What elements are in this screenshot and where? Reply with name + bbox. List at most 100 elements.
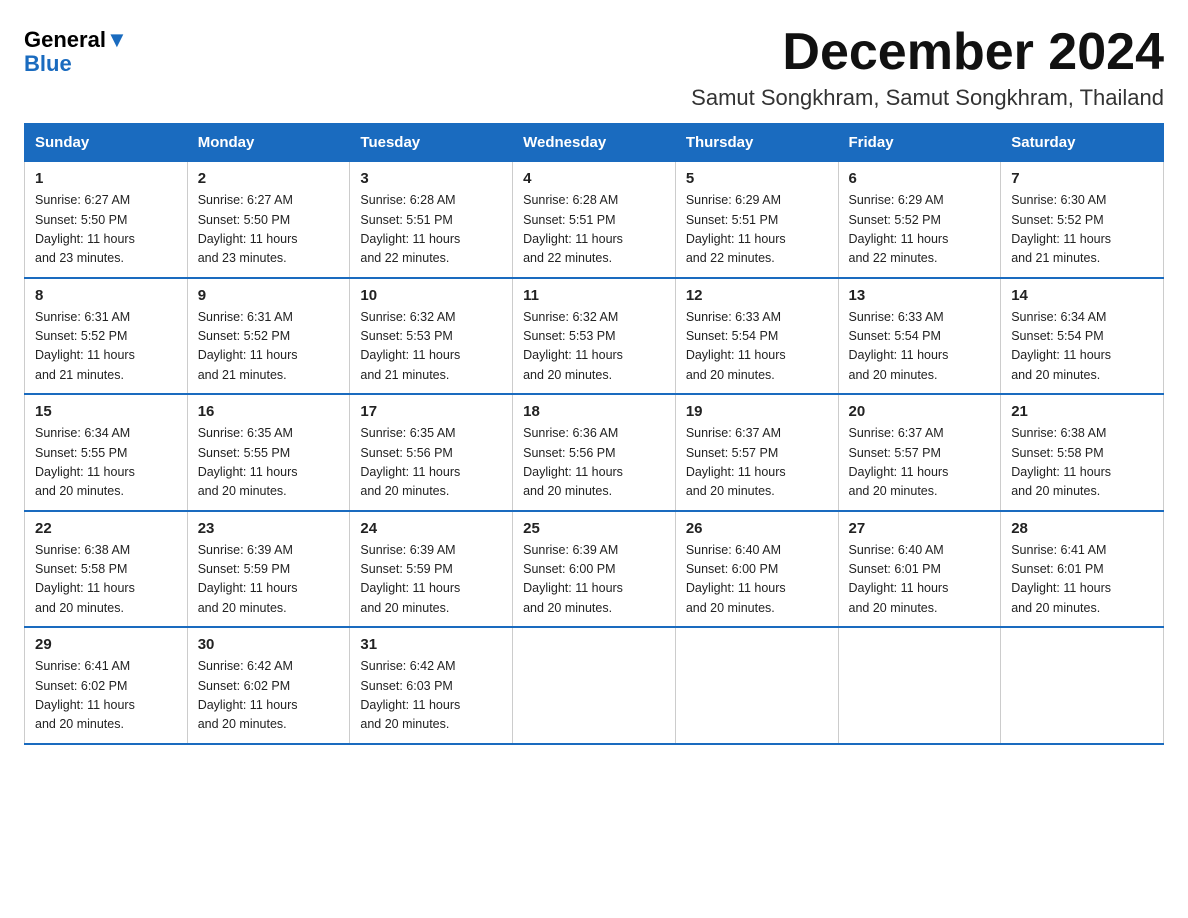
calendar-week-4: 22Sunrise: 6:38 AM Sunset: 5:58 PM Dayli… [25, 511, 1164, 628]
calendar-header-monday: Monday [187, 124, 350, 162]
calendar-cell: 3 Sunrise: 6:28 AM Sunset: 5:51 PM Daylig… [350, 162, 513, 278]
calendar-cell [838, 627, 1001, 744]
day-info: Sunrise: 6:39 AM Sunset: 5:59 PM Dayligh… [360, 541, 502, 619]
day-info: Sunrise: 6:34 AM Sunset: 5:54 PM Dayligh… [1011, 308, 1153, 386]
day-info: Sunrise: 6:39 AM Sunset: 6:00 PM Dayligh… [523, 541, 665, 619]
day-number: 7 [1011, 170, 1153, 187]
calendar-cell: 24 Sunrise: 6:39 AM Sunset: 5:59 PM Dayli… [350, 511, 513, 628]
calendar-cell: 28 Sunrise: 6:41 AM Sunset: 6:01 PM Dayli… [1001, 511, 1164, 628]
day-info: Sunrise: 6:41 AM Sunset: 6:02 PM Dayligh… [35, 657, 177, 735]
calendar-cell: 19Sunrise: 6:37 AM Sunset: 5:57 PM Dayli… [675, 394, 838, 511]
location-title: Samut Songkhram, Samut Songkhram, Thaila… [691, 85, 1164, 111]
day-info: Sunrise: 6:27 AM Sunset: 5:50 PM Dayligh… [35, 191, 177, 269]
calendar-cell: 31 Sunrise: 6:42 AM Sunset: 6:03 PM Dayli… [350, 627, 513, 744]
calendar-table: SundayMondayTuesdayWednesdayThursdayFrid… [24, 123, 1164, 745]
day-number: 20 [849, 403, 991, 420]
calendar-cell: 12 Sunrise: 6:33 AM Sunset: 5:54 PM Dayli… [675, 278, 838, 395]
day-number: 21 [1011, 403, 1153, 420]
calendar-cell: 13Sunrise: 6:33 AM Sunset: 5:54 PM Dayli… [838, 278, 1001, 395]
day-info: Sunrise: 6:40 AM Sunset: 6:00 PM Dayligh… [686, 541, 828, 619]
day-info: Sunrise: 6:29 AM Sunset: 5:52 PM Dayligh… [849, 191, 991, 269]
day-number: 16 [198, 403, 340, 420]
title-block: December 2024 Samut Songkhram, Samut Son… [691, 24, 1164, 111]
calendar-cell: 29 Sunrise: 6:41 AM Sunset: 6:02 PM Dayli… [25, 627, 188, 744]
day-number: 24 [360, 520, 502, 537]
day-info: Sunrise: 6:35 AM Sunset: 5:55 PM Dayligh… [198, 424, 340, 502]
day-number: 31 [360, 636, 502, 653]
day-number: 23 [198, 520, 340, 537]
calendar-week-2: 8 Sunrise: 6:31 AM Sunset: 5:52 PM Daylig… [25, 278, 1164, 395]
day-number: 8 [35, 287, 177, 304]
day-number: 2 [198, 170, 340, 187]
calendar-cell: 11Sunrise: 6:32 AM Sunset: 5:53 PM Dayli… [513, 278, 676, 395]
day-info: Sunrise: 6:34 AM Sunset: 5:55 PM Dayligh… [35, 424, 177, 502]
logo-line1: General▼ [24, 28, 128, 52]
day-number: 29 [35, 636, 177, 653]
day-info: Sunrise: 6:40 AM Sunset: 6:01 PM Dayligh… [849, 541, 991, 619]
calendar-cell: 2 Sunrise: 6:27 AM Sunset: 5:50 PM Daylig… [187, 162, 350, 278]
calendar-cell: 5Sunrise: 6:29 AM Sunset: 5:51 PM Daylig… [675, 162, 838, 278]
calendar-header-row: SundayMondayTuesdayWednesdayThursdayFrid… [25, 124, 1164, 162]
calendar-cell: 4Sunrise: 6:28 AM Sunset: 5:51 PM Daylig… [513, 162, 676, 278]
calendar-header-friday: Friday [838, 124, 1001, 162]
calendar-cell: 9Sunrise: 6:31 AM Sunset: 5:52 PM Daylig… [187, 278, 350, 395]
day-info: Sunrise: 6:41 AM Sunset: 6:01 PM Dayligh… [1011, 541, 1153, 619]
logo-triangle-icon: ▼ [106, 27, 128, 52]
calendar-header-wednesday: Wednesday [513, 124, 676, 162]
day-number: 1 [35, 170, 177, 187]
calendar-cell [1001, 627, 1164, 744]
day-info: Sunrise: 6:33 AM Sunset: 5:54 PM Dayligh… [686, 308, 828, 386]
day-number: 22 [35, 520, 177, 537]
day-number: 26 [686, 520, 828, 537]
day-info: Sunrise: 6:38 AM Sunset: 5:58 PM Dayligh… [1011, 424, 1153, 502]
calendar-week-1: 1 Sunrise: 6:27 AM Sunset: 5:50 PM Daylig… [25, 162, 1164, 278]
day-number: 9 [198, 287, 340, 304]
calendar-header-saturday: Saturday [1001, 124, 1164, 162]
calendar-cell: 25Sunrise: 6:39 AM Sunset: 6:00 PM Dayli… [513, 511, 676, 628]
day-number: 10 [360, 287, 502, 304]
day-number: 3 [360, 170, 502, 187]
day-info: Sunrise: 6:37 AM Sunset: 5:57 PM Dayligh… [849, 424, 991, 502]
calendar-cell: 15 Sunrise: 6:34 AM Sunset: 5:55 PM Dayli… [25, 394, 188, 511]
day-number: 14 [1011, 287, 1153, 304]
page-header: General▼ Blue December 2024 Samut Songkh… [24, 24, 1164, 111]
logo-line2: Blue [24, 52, 72, 76]
calendar-cell: 27 Sunrise: 6:40 AM Sunset: 6:01 PM Dayli… [838, 511, 1001, 628]
calendar-cell: 10 Sunrise: 6:32 AM Sunset: 5:53 PM Dayli… [350, 278, 513, 395]
day-info: Sunrise: 6:39 AM Sunset: 5:59 PM Dayligh… [198, 541, 340, 619]
day-number: 28 [1011, 520, 1153, 537]
calendar-cell [675, 627, 838, 744]
calendar-cell: 14 Sunrise: 6:34 AM Sunset: 5:54 PM Dayli… [1001, 278, 1164, 395]
calendar-cell: 30 Sunrise: 6:42 AM Sunset: 6:02 PM Dayli… [187, 627, 350, 744]
day-number: 4 [523, 170, 665, 187]
logo: General▼ Blue [24, 24, 128, 76]
day-number: 13 [849, 287, 991, 304]
day-number: 17 [360, 403, 502, 420]
day-number: 15 [35, 403, 177, 420]
calendar-header-thursday: Thursday [675, 124, 838, 162]
day-number: 30 [198, 636, 340, 653]
calendar-week-5: 29 Sunrise: 6:41 AM Sunset: 6:02 PM Dayli… [25, 627, 1164, 744]
calendar-cell: 17 Sunrise: 6:35 AM Sunset: 5:56 PM Dayli… [350, 394, 513, 511]
day-info: Sunrise: 6:42 AM Sunset: 6:02 PM Dayligh… [198, 657, 340, 735]
day-info: Sunrise: 6:28 AM Sunset: 5:51 PM Dayligh… [360, 191, 502, 269]
day-info: Sunrise: 6:42 AM Sunset: 6:03 PM Dayligh… [360, 657, 502, 735]
calendar-cell: 7 Sunrise: 6:30 AM Sunset: 5:52 PM Daylig… [1001, 162, 1164, 278]
day-info: Sunrise: 6:32 AM Sunset: 5:53 PM Dayligh… [360, 308, 502, 386]
calendar-cell: 1 Sunrise: 6:27 AM Sunset: 5:50 PM Daylig… [25, 162, 188, 278]
day-info: Sunrise: 6:35 AM Sunset: 5:56 PM Dayligh… [360, 424, 502, 502]
day-info: Sunrise: 6:31 AM Sunset: 5:52 PM Dayligh… [35, 308, 177, 386]
calendar-cell [513, 627, 676, 744]
calendar-cell: 21 Sunrise: 6:38 AM Sunset: 5:58 PM Dayli… [1001, 394, 1164, 511]
day-number: 27 [849, 520, 991, 537]
day-info: Sunrise: 6:29 AM Sunset: 5:51 PM Dayligh… [686, 191, 828, 269]
day-number: 12 [686, 287, 828, 304]
day-info: Sunrise: 6:30 AM Sunset: 5:52 PM Dayligh… [1011, 191, 1153, 269]
day-number: 6 [849, 170, 991, 187]
day-info: Sunrise: 6:27 AM Sunset: 5:50 PM Dayligh… [198, 191, 340, 269]
day-number: 18 [523, 403, 665, 420]
month-title: December 2024 [691, 24, 1164, 81]
calendar-week-3: 15 Sunrise: 6:34 AM Sunset: 5:55 PM Dayli… [25, 394, 1164, 511]
calendar-cell: 16 Sunrise: 6:35 AM Sunset: 5:55 PM Dayli… [187, 394, 350, 511]
calendar-header-tuesday: Tuesday [350, 124, 513, 162]
